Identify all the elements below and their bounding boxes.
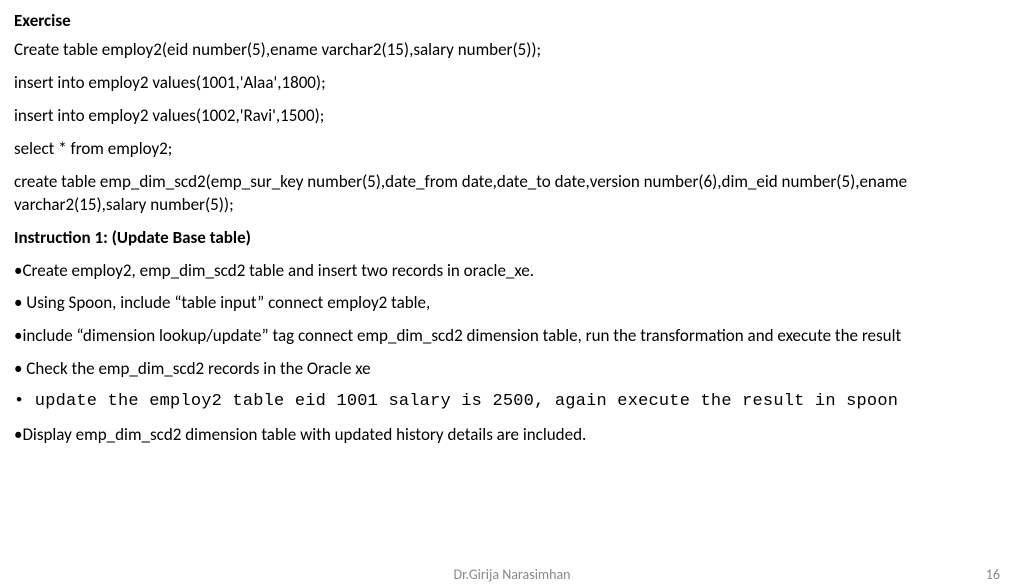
sql-line-2: insert into employ2 values(1001,'Alaa',1… <box>14 72 1010 95</box>
bullet-5: • update the employ2 table eid 1001 sala… <box>14 391 1010 414</box>
bullet-2: • Using Spoon, include “table input” con… <box>14 292 1010 315</box>
sql-line-4: select * from employ2; <box>14 138 1010 161</box>
bullet-6: •Display emp_dim_scd2 dimension table wi… <box>14 424 1010 447</box>
sql-line-1: Create table employ2(eid number(5),ename… <box>14 39 1010 62</box>
sql-line-3: insert into employ2 values(1002,'Ravi',1… <box>14 105 1010 128</box>
footer-page-number: 16 <box>986 566 1000 585</box>
slide-title: Exercise <box>14 10 1010 33</box>
bullet-4: • Check the emp_dim_scd2 records in the … <box>14 358 1010 381</box>
footer-author: Dr.Girija Narasimhan <box>453 566 570 585</box>
sql-line-5: create table emp_dim_scd2(emp_sur_key nu… <box>14 171 1010 217</box>
bullet-3: •include “dimension lookup/update” tag c… <box>14 325 1010 348</box>
bullet-1: •Create employ2, emp_dim_scd2 table and … <box>14 260 1010 283</box>
instruction-heading: Instruction 1: (Update Base table) <box>14 227 1010 250</box>
